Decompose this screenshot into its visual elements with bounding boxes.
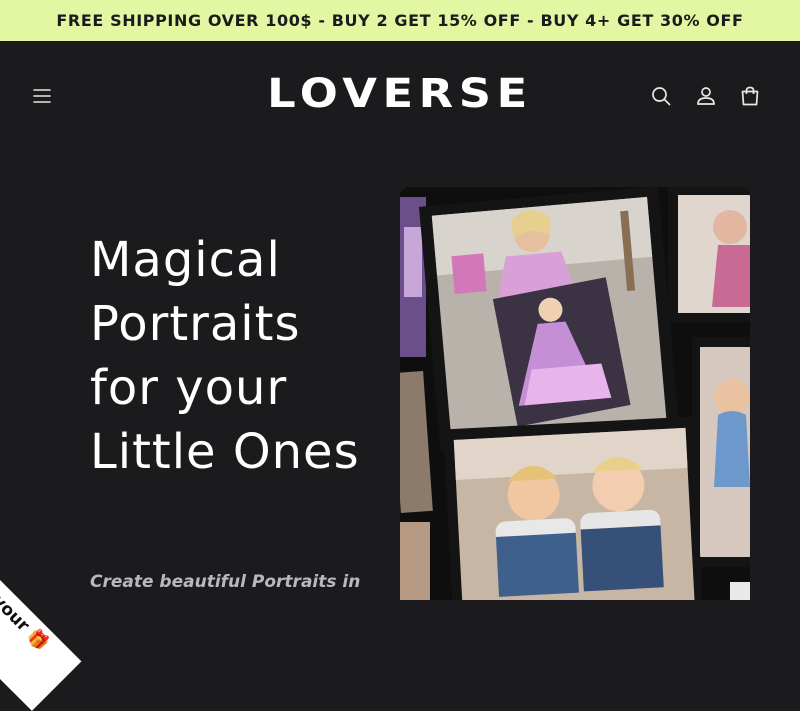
- hero-title-line-4: Little Ones: [90, 424, 360, 480]
- right-frame-top: [668, 187, 750, 322]
- claim-offer-label: Claim your 🎁: [0, 549, 53, 655]
- logo-text: LOVERSE: [267, 71, 533, 117]
- hero-collage-image: [400, 187, 750, 600]
- account-button[interactable]: [691, 81, 721, 111]
- user-icon: [697, 87, 715, 105]
- store-logo[interactable]: LOVERSE: [236, 71, 563, 117]
- hero-title-line-3: for your: [90, 360, 288, 416]
- left-frame-bottom: [400, 522, 430, 600]
- hero-subtitle: Create beautiful Portraits in: [90, 572, 361, 592]
- cart-button[interactable]: [735, 81, 765, 111]
- menu-icon: [33, 89, 51, 103]
- portrait-collage-graphic: [400, 187, 750, 600]
- site-header: LOVERSE: [0, 41, 800, 151]
- hero-title-line-2: Portraits: [90, 296, 301, 352]
- center-top-frame: [418, 187, 680, 451]
- claim-offer-tab[interactable]: Claim your 🎁: [0, 520, 82, 711]
- menu-button[interactable]: [27, 81, 57, 111]
- right-frame-mid: [692, 337, 750, 567]
- announcement-text: FREE SHIPPING OVER 100$ - BUY 2 GET 15% …: [56, 11, 744, 30]
- hero-title-line-1: Magical: [90, 232, 281, 288]
- shopping-bag-icon: [741, 86, 759, 106]
- search-button[interactable]: [646, 81, 676, 111]
- hero-title: Magical Portraits for your Little Ones: [90, 228, 390, 484]
- search-icon: [652, 87, 671, 106]
- center-bottom-frame: [443, 416, 704, 600]
- announcement-bar: FREE SHIPPING OVER 100$ - BUY 2 GET 15% …: [0, 0, 800, 41]
